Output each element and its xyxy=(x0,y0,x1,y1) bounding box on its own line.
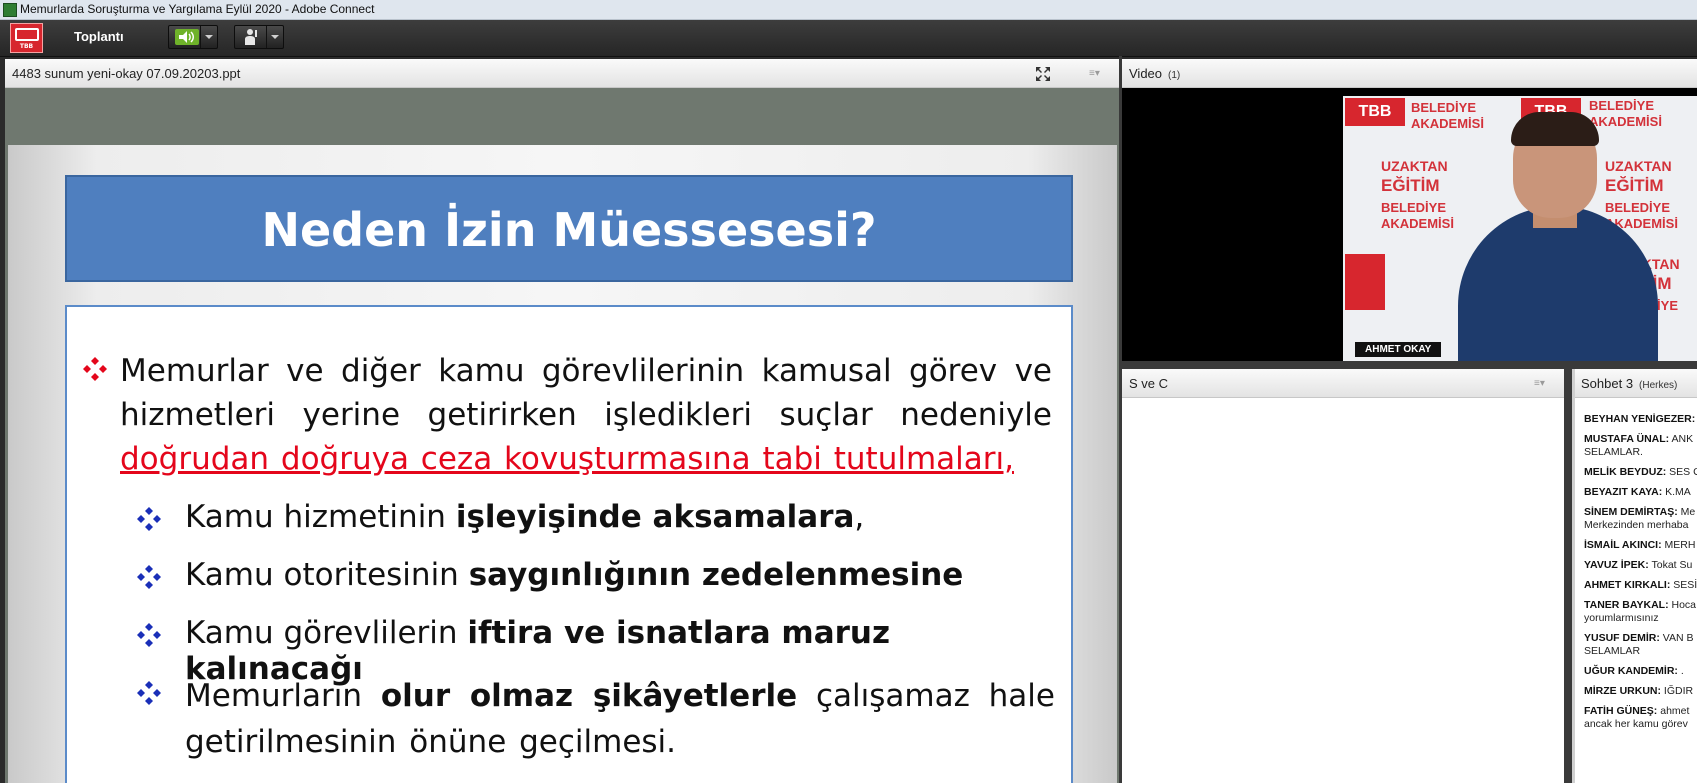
webcam-video-feed[interactable]: TBB BELEDİYE AKADEMİSİ TBB BELEDİYE AKAD… xyxy=(1343,96,1697,361)
tbb-logo: TBB xyxy=(10,23,43,53)
qa-pod-header: S ve C ≡▾ xyxy=(1122,369,1564,398)
share-pod-menu-icon[interactable]: ≡▾ xyxy=(1089,68,1105,79)
speaker-icon xyxy=(175,29,199,45)
speaker-button[interactable] xyxy=(168,25,218,49)
backdrop-logo: TBB xyxy=(1345,98,1405,126)
chat-message: UĞUR KANDEMİR: . xyxy=(1584,665,1684,677)
window-title-bar: Memurlarda Soruşturma ve Yargılama Eylül… xyxy=(0,0,1697,20)
raise-hand-icon xyxy=(242,28,262,50)
window-title: Memurlarda Soruşturma ve Yargılama Eylül… xyxy=(20,2,375,16)
presentation-slide: Neden İzin Müessesesi? Memurlar ve diğer… xyxy=(8,145,1117,783)
blue-diamond-bullet-icon xyxy=(137,681,161,705)
slide-bullet: Memurların olur olmaz şikâyetlerle çalış… xyxy=(185,678,1055,760)
chat-message: BEYAZIT KAYA: K.MA xyxy=(1584,486,1691,498)
slide-paragraph: Memurlar ve diğer kamu görevlilerinin ka… xyxy=(120,349,1052,481)
share-pod: 4483 sunum yeni-okay 07.09.20203.ppt ≡▾ … xyxy=(5,59,1119,783)
qa-pod-title: S ve C xyxy=(1129,376,1169,391)
slide-title-box: Neden İzin Müessesesi? xyxy=(65,175,1073,282)
main-toolbar: TBB Toplantı xyxy=(0,20,1697,57)
qa-pod-menu-icon[interactable]: ≡▾ xyxy=(1534,378,1550,389)
chat-message: YAVUZ İPEK: Tokat Su xyxy=(1584,559,1693,571)
pod-divider[interactable] xyxy=(1564,369,1572,783)
chat-pod-title: Sohbet 3 (Herkes) xyxy=(1581,376,1678,391)
chat-message: SİNEM DEMİRTAŞ: Me Merkezinden merhaba xyxy=(1584,506,1696,531)
video-pod-title: Video (1) xyxy=(1129,66,1181,81)
speaker-dropdown-caret[interactable] xyxy=(200,26,217,48)
presenter-dropdown-caret[interactable] xyxy=(266,26,283,48)
slide-bullet: Kamu otoritesinin saygınlığının zedelenm… xyxy=(185,557,964,593)
meeting-menu[interactable]: Toplantı xyxy=(74,29,124,44)
blue-diamond-bullet-icon xyxy=(137,623,161,647)
blue-diamond-bullet-icon xyxy=(137,507,161,531)
chat-message-list[interactable]: BEYHAN YENİGEZER: d MUSTAFA ÜNAL: ANKSEL… xyxy=(1584,413,1697,738)
chat-message: MUSTAFA ÜNAL: ANK SELAMLAR. xyxy=(1584,433,1694,458)
chat-message: AHMET KIRKALI: SESİ xyxy=(1584,579,1697,591)
fullscreen-icon[interactable] xyxy=(1035,66,1051,87)
chat-message: BEYHAN YENİGEZER: d xyxy=(1584,413,1696,425)
slide-bullet: Kamu hizmetinin işleyişinde aksamalara, xyxy=(185,499,865,535)
chat-message: MELİK BEYDUZ: SES G xyxy=(1584,466,1697,478)
slide-title: Neden İzin Müessesesi? xyxy=(261,203,877,257)
chat-message: TANER BAYKAL: Hoca yorumlarmısınız xyxy=(1584,599,1697,624)
chat-message: İSMAİL AKINCI: MERH xyxy=(1584,539,1696,551)
adobe-connect-app-icon xyxy=(3,3,17,17)
qa-pod: S ve C ≡▾ xyxy=(1122,369,1564,783)
presenter-name-tag: AHMET OKAY xyxy=(1355,342,1442,357)
slide-top-band xyxy=(5,88,1119,142)
chat-message: YUSUF DEMİR: VAN B SELAMLAR xyxy=(1584,632,1694,657)
paragraph-text: Memurlar ve diğer kamu görevlilerinin ka… xyxy=(120,353,1052,433)
video-pod: Video(1) TBB BELEDİYE AKADEMİSİ TBB BELE… xyxy=(1122,59,1697,361)
presenter-status-button[interactable] xyxy=(234,25,284,49)
red-diamond-bullet-icon xyxy=(83,357,107,381)
pod-divider[interactable] xyxy=(1122,361,1697,369)
slide-content-box: Memurlar ve diğer kamu görevlilerinin ka… xyxy=(65,305,1073,783)
video-pod-header: Video (1) xyxy=(1122,59,1697,88)
share-pod-title: 4483 sunum yeni-okay 07.09.20203.ppt xyxy=(12,66,241,81)
chat-message: FATİH GÜNEŞ: ahmet ancak her kamu görev xyxy=(1584,705,1690,730)
chat-message: MİRZE URKUN: IĞDIR xyxy=(1584,685,1694,697)
chat-pod-header: Sohbet 3 (Herkes) xyxy=(1575,369,1697,398)
paragraph-highlight: doğrudan doğruya ceza kovuşturmasına tab… xyxy=(120,441,1014,477)
blue-diamond-bullet-icon xyxy=(137,565,161,589)
chat-pod: Sohbet 3(Herkes) BEYHAN YENİGEZER: d MUS… xyxy=(1572,369,1697,783)
share-pod-header: 4483 sunum yeni-okay 07.09.20203.ppt ≡▾ xyxy=(5,59,1119,88)
